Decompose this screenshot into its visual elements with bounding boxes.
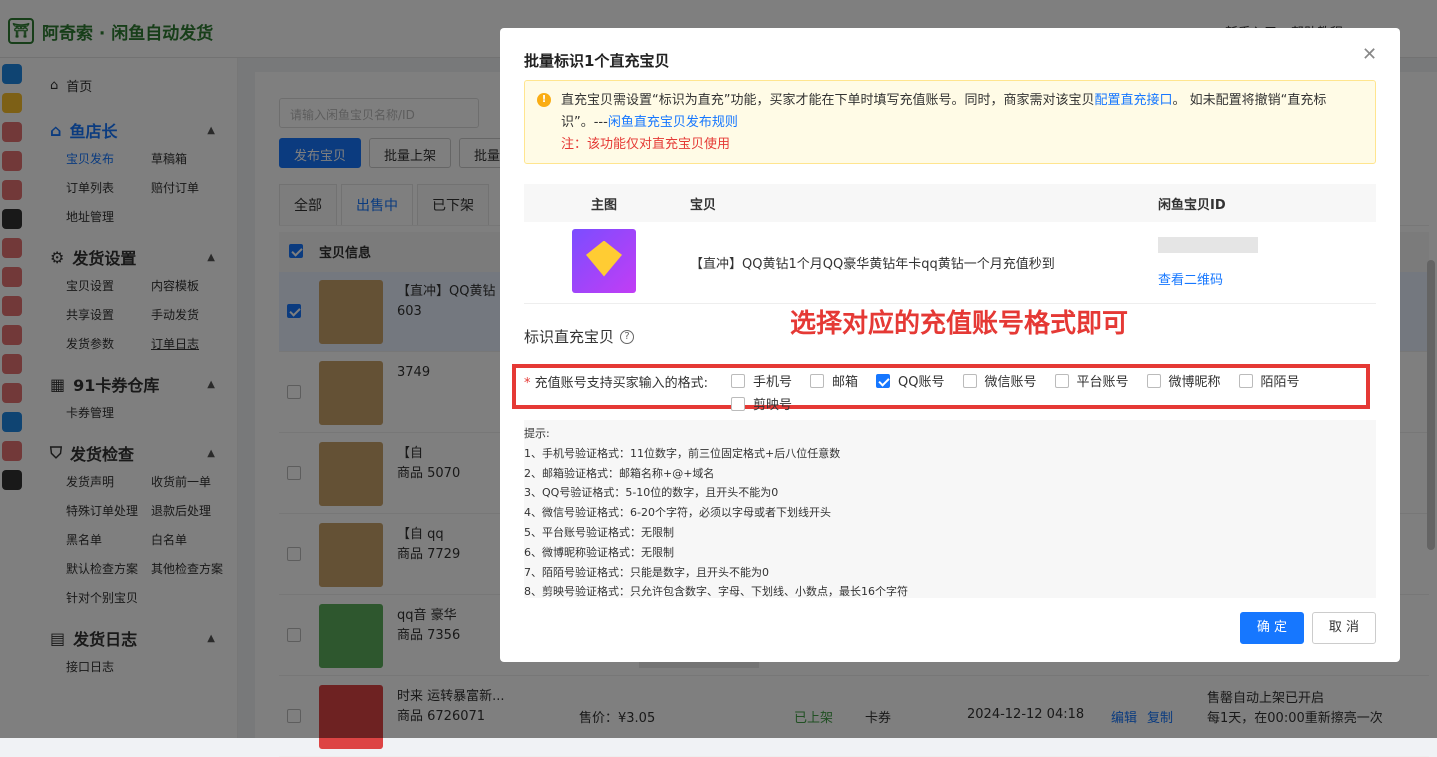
checkbox-jianying[interactable] (731, 396, 745, 411)
product-table: 主图 宝贝 闲鱼宝贝ID 【直冲】QQ黄钻1个月QQ豪华黄钻年卡qq黄钻一个月充… (524, 184, 1376, 304)
column-header-item: 宝贝 (690, 197, 717, 213)
product-title: 【直冲】QQ黄钻1个月QQ豪华黄钻年卡qq黄钻一个月充值秒到 (690, 257, 1055, 272)
publish-rules-link[interactable]: 闲鱼直充宝贝发布规则 (608, 115, 738, 130)
checkbox-qq[interactable] (876, 373, 891, 388)
option-phone[interactable]: 手机号 (731, 371, 792, 390)
option-email[interactable]: 邮箱 (810, 371, 858, 390)
table-row: 【直冲】QQ黄钻1个月QQ豪华黄钻年卡qq黄钻一个月充值秒到 查看二维码 (524, 222, 1376, 304)
option-jianying[interactable]: 剪映号 (731, 394, 792, 413)
format-label: * 充值账号支持买家输入的格式: (524, 376, 709, 391)
option-momo[interactable]: 陌陌号 (1238, 371, 1300, 390)
product-image (572, 228, 636, 293)
checkbox-platform[interactable] (1054, 373, 1069, 388)
tips-panel: 提示: 1、手机号验证格式：11位数字，前三位固定格式+后八位任意数 2、邮箱验… (524, 420, 1376, 598)
checkbox-momo[interactable] (1238, 373, 1253, 388)
option-wechat[interactable]: 微信账号 (962, 371, 1037, 390)
option-weibo[interactable]: 微博昵称 (1146, 371, 1221, 390)
checkbox-phone[interactable] (731, 373, 745, 388)
view-qrcode-link[interactable]: 查看二维码 (1158, 269, 1376, 288)
checkbox-weibo[interactable] (1146, 373, 1161, 388)
info-alert: ! 直充宝贝需设置“标识为直充”功能，买家才能在下单时填写充值账号。同时，商家需… (524, 80, 1376, 164)
tip-line: 5、平台账号验证格式：无限制 (524, 525, 674, 539)
close-icon[interactable]: ✕ (1362, 44, 1377, 65)
tip-line: 6、微博昵称验证格式：无限制 (524, 545, 674, 559)
annotation-text: 选择对应的充值账号格式即可 (790, 309, 1129, 339)
tip-line: 4、微信号验证格式：6-20个字符，必须以字母或者下划线开头 (524, 506, 831, 520)
tip-line: 8、剪映号验证格式：只允许包含数字、字母、下划线、小数点，最长16个字符 (524, 585, 908, 599)
product-id (1158, 237, 1258, 253)
mark-direct-label: 标识直充宝贝 ? (524, 326, 635, 347)
modal-title: 批量标识1个直充宝贝 (524, 52, 670, 70)
option-platform[interactable]: 平台账号 (1054, 371, 1129, 390)
confirm-button[interactable]: 确 定 (1240, 612, 1304, 644)
tip-line: 7、陌陌号验证格式：只能是数字，且开头不能为0 (524, 565, 769, 579)
column-header-id: 闲鱼宝贝ID (1158, 197, 1226, 213)
tip-line: 提示: (524, 427, 550, 440)
checkbox-email[interactable] (810, 373, 825, 388)
tip-line: 3、QQ号验证格式：5-10位的数字，且开头不能为0 (524, 486, 779, 500)
format-options: 手机号 邮箱 QQ账号 微信账号 平台账号 微博昵称 陌陌号 剪映号 (731, 371, 1361, 413)
help-icon[interactable]: ? (620, 329, 635, 344)
tip-line: 1、手机号验证格式：11位数字，前三位固定格式+后八位任意数 (524, 446, 841, 460)
alert-warning-text: 注：该功能仅对直充宝贝使用 (561, 137, 731, 152)
tip-line: 2、邮箱验证格式：邮箱名称+@+域名 (524, 466, 715, 480)
checkbox-wechat[interactable] (962, 373, 977, 388)
column-header-image: 主图 (590, 197, 617, 213)
warning-icon: ! (537, 93, 551, 107)
option-qq[interactable]: QQ账号 (876, 371, 945, 390)
batch-mark-modal: 批量标识1个直充宝贝 ✕ ! 直充宝贝需设置“标识为直充”功能，买家才能在下单时… (500, 28, 1400, 662)
config-interface-link[interactable]: 配置直充接口 (1094, 93, 1172, 108)
cancel-button[interactable]: 取 消 (1312, 612, 1376, 644)
